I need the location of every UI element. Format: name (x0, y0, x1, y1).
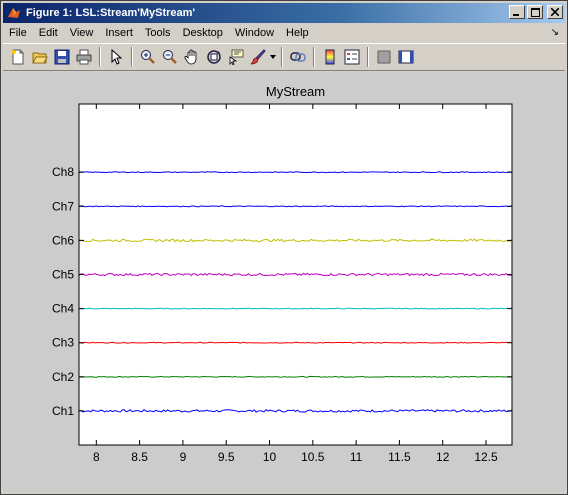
menu-edit[interactable]: Edit (33, 24, 64, 42)
menu-window[interactable]: Window (229, 24, 280, 42)
pan-button[interactable] (181, 46, 203, 68)
axes-background[interactable] (79, 104, 512, 445)
x-tick-label: 12.5 (474, 450, 498, 464)
link-plot-icon (290, 52, 306, 62)
show-plot-tools-icon (398, 50, 414, 64)
x-tick-label: 11 (350, 450, 363, 464)
x-tick-label: 9.5 (218, 450, 235, 464)
x-tick-label: 8.5 (131, 450, 148, 464)
print-button[interactable] (73, 46, 95, 68)
close-icon (551, 8, 559, 16)
y-tick-label: Ch4 (52, 302, 74, 316)
menu-file[interactable]: File (3, 24, 33, 42)
maximize-icon (530, 7, 540, 17)
rotate-3d-icon (207, 50, 221, 64)
link-plot-button[interactable] (287, 46, 309, 68)
y-tick-label: Ch2 (52, 370, 74, 384)
figure-toolbar (3, 43, 565, 71)
figure-canvas[interactable]: MyStream 8 8.5 9 9.5 10 10.5 11 11.5 12 12.5 Ch1 Ch2… (3, 72, 565, 492)
chart-title: MyStream (266, 84, 325, 99)
series-line-ch2 (78, 375, 513, 378)
rotate-3d-button[interactable] (203, 46, 225, 68)
y-tick-label: Ch6 (52, 233, 74, 247)
stream-plot[interactable]: MyStream 8 8.5 9 9.5 10 10.5 11 11.5 12 12.5 Ch1 Ch2… (3, 72, 565, 492)
toolbar-separator (131, 47, 133, 67)
x-tick-label: 11.5 (388, 450, 411, 464)
new-figure-icon (12, 49, 24, 65)
colorbar-icon (325, 49, 335, 65)
y-tick-label: Ch7 (52, 199, 74, 213)
menu-bar: File Edit View Insert Tools Desktop Wind… (3, 24, 565, 42)
insert-legend-button[interactable] (341, 46, 363, 68)
x-tick-label: 12 (436, 450, 450, 464)
save-button[interactable] (51, 46, 73, 68)
new-figure-button[interactable] (7, 46, 29, 68)
brush-dropdown[interactable] (269, 46, 277, 68)
data-cursor-button[interactable] (225, 46, 247, 68)
toolbar-separator (99, 47, 101, 67)
show-plot-tools-button[interactable] (395, 46, 417, 68)
print-icon (76, 49, 92, 65)
brush-icon (250, 49, 266, 65)
minimize-icon (513, 14, 519, 16)
x-tick-label: 8 (93, 450, 100, 464)
figure-window: Figure 1: LSL:Stream'MyStream' File Edit… (0, 0, 568, 495)
brush-button[interactable] (247, 46, 269, 68)
zoom-in-icon (141, 50, 155, 64)
x-tick-label: 9 (180, 450, 187, 464)
open-file-button[interactable] (29, 46, 51, 68)
y-tick-label: Ch1 (52, 404, 74, 418)
menu-insert[interactable]: Insert (99, 24, 139, 42)
arrow-pointer-icon (111, 49, 123, 65)
toolbar-separator (281, 47, 283, 67)
hide-plot-tools-icon (377, 50, 391, 64)
legend-icon (344, 49, 360, 65)
dock-arrow-icon[interactable]: ↘ (551, 27, 559, 38)
minimize-button[interactable] (509, 5, 525, 19)
edit-plot-button[interactable] (105, 46, 127, 68)
menu-view[interactable]: View (64, 24, 100, 42)
y-tick-label: Ch3 (52, 336, 74, 350)
y-tick-label: Ch5 (52, 268, 74, 282)
matlab-icon (8, 8, 20, 18)
series-line-ch4 (78, 307, 513, 310)
maximize-button[interactable] (527, 5, 543, 19)
data-cursor-icon (229, 49, 244, 65)
pan-hand-icon (184, 49, 197, 65)
menu-help[interactable]: Help (280, 24, 315, 42)
zoom-in-button[interactable] (137, 46, 159, 68)
insert-colorbar-button[interactable] (319, 46, 341, 68)
chevron-down-icon (270, 55, 276, 59)
menu-tools[interactable]: Tools (139, 24, 177, 42)
toolbar-separator (367, 47, 369, 67)
hide-plot-tools-button[interactable] (373, 46, 395, 68)
x-tick-label: 10 (263, 450, 277, 464)
zoom-out-button[interactable] (159, 46, 181, 68)
x-tick-label: 10.5 (301, 450, 325, 464)
open-file-icon (32, 52, 48, 64)
save-icon (54, 49, 70, 65)
menu-desktop[interactable]: Desktop (177, 24, 229, 42)
title-bar[interactable]: Figure 1: LSL:Stream'MyStream' (3, 3, 565, 23)
close-button[interactable] (547, 5, 563, 19)
window-title: Figure 1: LSL:Stream'MyStream' (26, 7, 196, 19)
toolbar-separator (313, 47, 315, 67)
zoom-out-icon (163, 50, 177, 64)
y-tick-label: Ch8 (52, 165, 74, 179)
